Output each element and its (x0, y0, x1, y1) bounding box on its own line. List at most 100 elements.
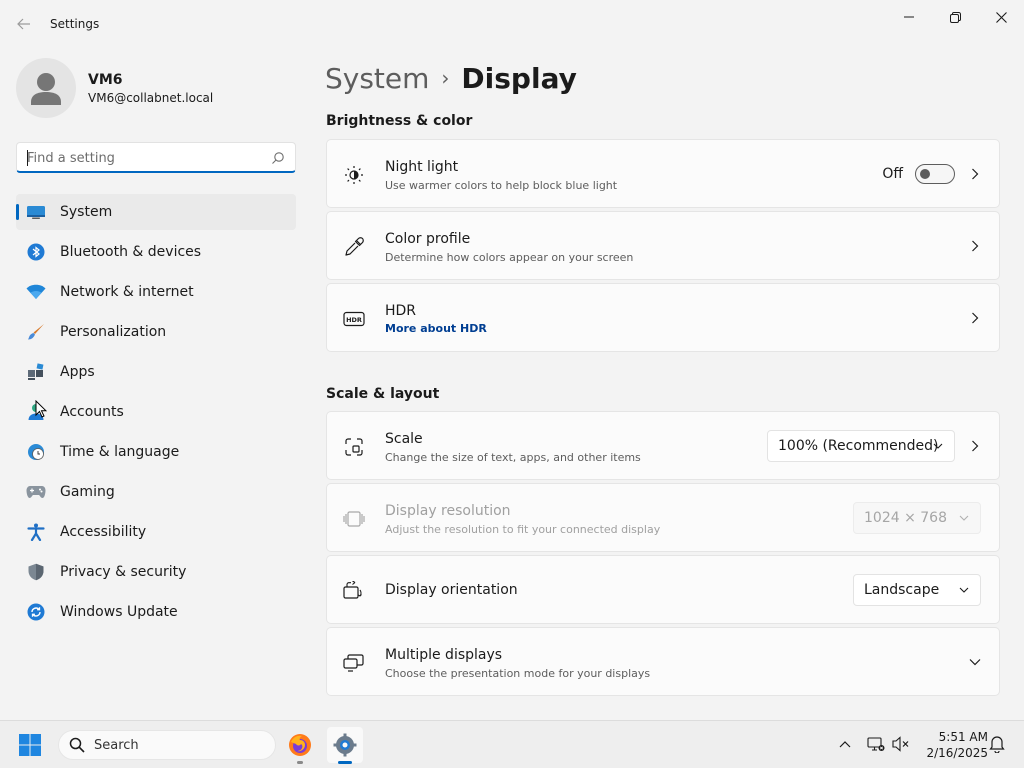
sidebar-item-label: Bluetooth & devices (60, 244, 202, 260)
sidebar-item-personalization[interactable]: Personalization (16, 314, 296, 350)
bell-icon (989, 736, 1005, 753)
network-disconnected-icon (867, 737, 885, 751)
chevron-right-icon[interactable] (969, 238, 981, 254)
taskbar-firefox[interactable] (282, 727, 318, 764)
sidebar-item-label: Windows Update (60, 604, 178, 620)
night-light-card[interactable]: Night light Use warmer colors to help bl… (326, 139, 1000, 208)
running-indicator (297, 761, 303, 764)
multiple-displays-description: Choose the presentation mode for your di… (385, 667, 651, 680)
sidebar-item-label: Time & language (60, 444, 180, 460)
firefox-icon (289, 734, 311, 756)
color-profile-description: Determine how colors appear on your scre… (385, 251, 634, 264)
hdr-icon: HDR (343, 308, 365, 330)
bluetooth-icon (26, 243, 46, 261)
color-profile-card[interactable]: Color profile Determine how colors appea… (326, 211, 1000, 280)
hdr-title: HDR (385, 303, 417, 319)
taskbar-settings[interactable] (327, 727, 363, 764)
hdr-icon-text: HDR (346, 316, 362, 324)
taskbar-clock[interactable]: 5:51 AM 2/16/2025 (918, 729, 988, 761)
close-button[interactable] (979, 4, 1023, 30)
orientation-dropdown-value: Landscape (864, 582, 940, 598)
sidebar-item-label: Accessibility (60, 524, 147, 540)
chevron-down-icon (959, 515, 969, 521)
sidebar-item-label: Network & internet (60, 284, 194, 300)
taskbar-search-label: Search (94, 738, 139, 753)
hdr-card[interactable]: HDR HDR More about HDR (326, 283, 1000, 352)
color-profile-title: Color profile (385, 231, 471, 247)
notifications-button[interactable] (987, 733, 1007, 755)
speaker-muted-icon (892, 736, 909, 752)
text-caret (27, 150, 28, 166)
wifi-icon (26, 283, 46, 301)
chevron-right-icon[interactable] (969, 438, 981, 454)
orientation-dropdown[interactable]: Landscape (853, 574, 981, 606)
arrow-left-icon (17, 18, 30, 30)
search-icon (69, 737, 85, 753)
restore-button[interactable] (933, 4, 977, 30)
show-hidden-icons-button[interactable] (835, 733, 855, 755)
multiple-displays-icon (343, 652, 365, 674)
display-orientation-card[interactable]: Display orientation Landscape (326, 555, 1000, 624)
sidebar-item-gaming[interactable]: Gaming (16, 474, 296, 510)
display-resolution-card: Display resolution Adjust the resolution… (326, 483, 1000, 552)
scale-dropdown[interactable]: 100% (Recommended) (767, 430, 955, 462)
clock-date: 2/16/2025 (926, 746, 988, 760)
sidebar-item-label: System (60, 204, 113, 220)
sidebar-item-apps[interactable]: Apps (16, 354, 296, 390)
search-input[interactable] (27, 148, 257, 168)
back-button[interactable] (12, 12, 36, 36)
sidebar-item-bluetooth[interactable]: Bluetooth & devices (16, 234, 296, 270)
mouse-cursor-icon (35, 400, 47, 418)
scale-description: Change the size of text, apps, and other… (385, 451, 641, 464)
brush-icon (26, 323, 46, 341)
windows-start-icon[interactable] (18, 733, 42, 757)
network-status[interactable] (866, 733, 886, 755)
chevron-down-icon (959, 587, 969, 593)
apps-icon (26, 363, 46, 381)
sidebar-item-label: Accounts (60, 404, 124, 420)
more-about-hdr-link[interactable]: More about HDR (385, 322, 487, 335)
chevron-down-icon[interactable] (969, 654, 981, 670)
resolution-icon (343, 508, 365, 530)
resolution-dropdown: 1024 × 768 (853, 502, 981, 534)
minimize-button[interactable] (887, 4, 931, 30)
volume-status[interactable] (891, 733, 911, 755)
user-email: VM6@collabnet.local (88, 91, 214, 105)
person-icon (31, 73, 61, 105)
settings-search[interactable] (16, 142, 296, 173)
breadcrumb-parent[interactable]: System (325, 62, 429, 95)
sidebar-item-accessibility[interactable]: Accessibility (16, 514, 296, 550)
system-icon (26, 203, 46, 221)
avatar (16, 58, 76, 118)
multiple-displays-card[interactable]: Multiple displays Choose the presentatio… (326, 627, 1000, 696)
taskbar: Search 5:51 AM 2/16/2025 (0, 720, 1024, 768)
sidebar-item-privacy[interactable]: Privacy & security (16, 554, 296, 590)
breadcrumb: System › Display (325, 58, 577, 98)
brightness-icon (343, 164, 365, 186)
sidebar-nav: System Bluetooth & devices Network & int… (16, 194, 296, 634)
scale-icon (343, 436, 365, 458)
night-light-description: Use warmer colors to help block blue lig… (385, 179, 618, 192)
globe-clock-icon (26, 443, 46, 461)
user-profile[interactable]: VM6 VM6@collabnet.local (16, 58, 296, 118)
sidebar-item-system[interactable]: System (16, 194, 296, 230)
taskbar-search[interactable]: Search (58, 730, 276, 760)
chevron-right-icon[interactable] (969, 310, 981, 326)
chevron-right-icon[interactable] (969, 166, 981, 182)
night-light-toggle[interactable] (915, 164, 955, 184)
active-indicator (16, 204, 19, 220)
search-icon[interactable] (271, 151, 285, 165)
orientation-icon (343, 580, 365, 602)
sidebar-item-network[interactable]: Network & internet (16, 274, 296, 310)
settings-gear-icon (333, 733, 357, 757)
gamepad-icon (26, 483, 46, 501)
scale-card[interactable]: Scale Change the size of text, apps, and… (326, 411, 1000, 480)
section-title-brightness: Brightness & color (326, 113, 473, 129)
sidebar-item-time-language[interactable]: Time & language (16, 434, 296, 470)
sidebar-item-accounts[interactable]: Accounts (16, 394, 296, 430)
sidebar-item-windows-update[interactable]: Windows Update (16, 594, 296, 630)
update-icon (26, 603, 46, 621)
sidebar-item-label: Apps (60, 364, 95, 380)
display-resolution-title: Display resolution (385, 503, 511, 519)
page-title: Display (461, 61, 577, 95)
